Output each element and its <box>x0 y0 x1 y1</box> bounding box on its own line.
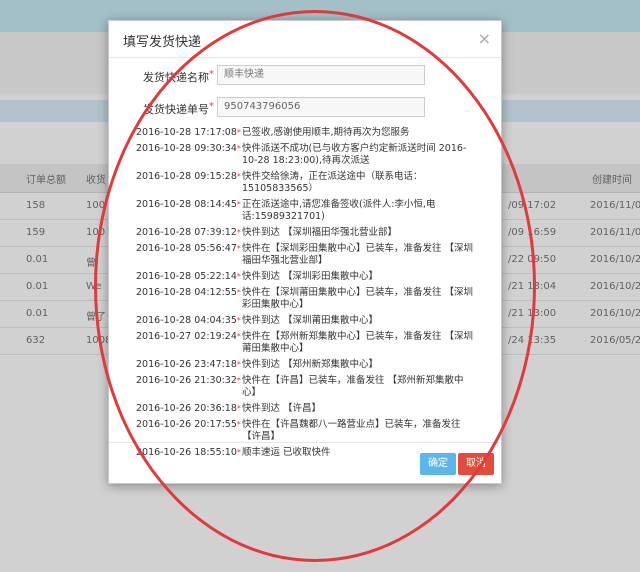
list-item: 2016-10-28 07:39:12* 快件到达 【深圳福田华强北营业部】 <box>136 227 476 239</box>
tracking-time: 2016-10-28 04:04:35* <box>136 315 241 326</box>
shipping-courier-dialog: 填写发货快递 × 发货快递名称* 发货快递单号* 2016-10-28 17:1… <box>108 20 502 484</box>
dialog-footer: 确定 取消 <box>109 442 501 483</box>
list-item: 2016-10-28 05:56:47* 快件在【深圳彩田集散中心】已装车，准备… <box>136 243 476 267</box>
tracking-time: 2016-10-28 05:56:47* <box>136 243 241 254</box>
tracking-description: 快件到达 【深圳莆田集散中心】 <box>242 315 379 326</box>
tracking-description: 快件在【郑州新郑集散中心】已装车，准备发往 【深圳莆田集散中心】 <box>242 331 474 354</box>
tracking-time: 2016-10-26 21:30:32* <box>136 375 241 386</box>
tracking-description: 快件派送不成功(已与收方客户约定新派送时间 2016-10-28 18:23:0… <box>242 143 467 166</box>
list-item: 2016-10-26 20:36:18* 快件到达 【许昌】 <box>136 403 476 415</box>
tracking-time: 2016-10-28 07:39:12* <box>136 227 241 238</box>
tracking-description: 快件交给徐涛，正在派送途中（联系电话：15105833565） <box>242 171 423 194</box>
tracking-time: 2016-10-26 23:47:18* <box>136 359 241 370</box>
tracking-description: 快件在【深圳彩田集散中心】已装车，准备发往 【深圳福田华强北营业部】 <box>242 243 474 266</box>
list-item: 2016-10-28 17:17:08* 已签收,感谢使用顺丰,期待再次为您服务 <box>136 127 476 139</box>
tracking-description: 已签收,感谢使用顺丰,期待再次为您服务 <box>242 127 410 138</box>
dialog-title: 填写发货快递 <box>123 35 202 50</box>
list-item: 2016-10-28 09:15:28* 快件交给徐涛，正在派送途中（联系电话：… <box>136 171 476 195</box>
courier-name-row: 发货快递名称* <box>109 65 501 87</box>
list-item: 2016-10-26 20:17:55* 快件在【许昌魏都八一路营业点】已装车，… <box>136 419 476 443</box>
tracking-description: 快件到达 【深圳福田华强北营业部】 <box>242 227 398 238</box>
list-item: 2016-10-27 02:19:24* 快件在【郑州新郑集散中心】已装车，准备… <box>136 331 476 355</box>
tracking-number-label: 发货快递单号* <box>143 101 214 116</box>
tracking-description: 快件在【许昌魏都八一路营业点】已装车，准备发往 【许昌】 <box>242 419 461 442</box>
list-item: 2016-10-28 04:04:35* 快件到达 【深圳莆田集散中心】 <box>136 315 476 327</box>
tracking-time: 2016-10-26 20:36:18* <box>136 403 241 414</box>
list-item: 2016-10-26 21:30:32* 快件在【许昌】已装车，准备发往 【郑州… <box>136 375 476 399</box>
list-item: 2016-10-28 05:22:14* 快件到达 【深圳彩田集散中心】 <box>136 271 476 283</box>
tracking-time: 2016-10-28 17:17:08* <box>136 127 241 138</box>
tracking-time: 2016-10-28 04:12:55* <box>136 287 241 298</box>
confirm-button[interactable]: 确定 <box>420 453 456 475</box>
tracking-timeline: 2016-10-28 17:17:08* 已签收,感谢使用顺丰,期待再次为您服务… <box>136 127 476 463</box>
tracking-time: 2016-10-26 20:17:55* <box>136 419 241 430</box>
list-item: 2016-10-28 09:30:34* 快件派送不成功(已与收方客户约定新派送… <box>136 143 476 167</box>
list-item: 2016-10-28 04:12:55* 快件在【深圳莆田集散中心】已装车，准备… <box>136 287 476 311</box>
tracking-number-input[interactable] <box>217 97 425 117</box>
cancel-button[interactable]: 取消 <box>458 453 494 475</box>
tracking-number-row: 发货快递单号* <box>109 97 501 119</box>
tracking-description: 快件到达 【深圳彩田集散中心】 <box>242 271 379 282</box>
tracking-time: 2016-10-27 02:19:24* <box>136 331 241 342</box>
courier-name-label: 发货快递名称* <box>143 69 214 84</box>
tracking-time: 2016-10-28 09:30:34* <box>136 143 241 154</box>
tracking-time: 2016-10-28 05:22:14* <box>136 271 241 282</box>
tracking-description: 快件在【许昌】已装车，准备发往 【郑州新郑集散中心】 <box>242 375 464 398</box>
tracking-description: 快件在【深圳莆田集散中心】已装车，准备发往 【深圳彩田集散中心】 <box>242 287 474 310</box>
tracking-description: 快件到达 【郑州新郑集散中心】 <box>242 359 379 370</box>
dialog-header: 填写发货快递 × <box>109 21 501 58</box>
courier-name-input[interactable] <box>217 65 425 85</box>
tracking-time: 2016-10-28 08:14:45* <box>136 199 241 210</box>
tracking-description: 正在派送途中,请您准备签收(派件人:李小恒,电话:15989321701) <box>242 199 436 222</box>
tracking-description: 快件到达 【许昌】 <box>242 403 322 414</box>
list-item: 2016-10-26 23:47:18* 快件到达 【郑州新郑集散中心】 <box>136 359 476 371</box>
tracking-time: 2016-10-28 09:15:28* <box>136 171 241 182</box>
list-item: 2016-10-28 08:14:45* 正在派送途中,请您准备签收(派件人:李… <box>136 199 476 223</box>
close-icon[interactable]: × <box>478 29 491 48</box>
